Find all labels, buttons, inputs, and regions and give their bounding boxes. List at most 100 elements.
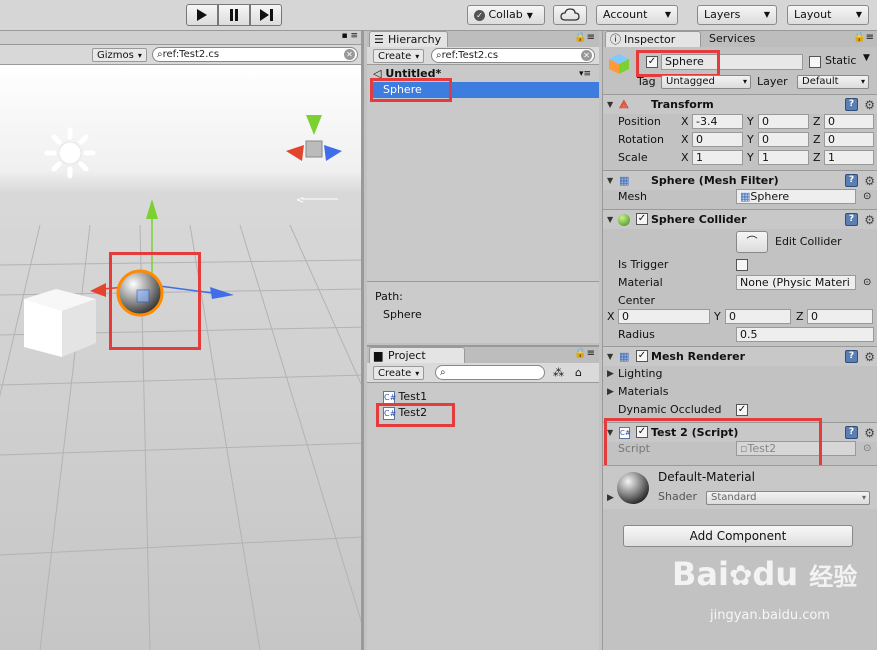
position-y-field[interactable]: 0: [758, 114, 809, 129]
scene-control-bar: Gizmos ▾ ⌕ref:Test2.cs ✕: [0, 45, 361, 65]
gizmos-dropdown[interactable]: Gizmos ▾: [92, 48, 147, 62]
object-picker-icon[interactable]: ⊙: [863, 188, 871, 206]
sun-light-icon[interactable]: [44, 127, 96, 179]
clear-search-icon[interactable]: ✕: [344, 49, 355, 60]
lock-icon[interactable]: 🔒≡: [574, 348, 595, 359]
hierarchy-control-bar: Create ▾ ⌕ref:Test2.cs ✕: [367, 47, 599, 65]
scale-x-field[interactable]: 1: [692, 150, 743, 165]
axis-x-label: X: [681, 115, 689, 128]
project-search-input[interactable]: ⌕: [435, 365, 545, 380]
main-toolbar: ✓ Collab ▼ Account ▼ Layers ▼ Layout ▼: [0, 0, 877, 31]
step-button[interactable]: [250, 4, 282, 26]
hierarchy-search-input[interactable]: ⌕ref:Test2.cs ✕: [431, 48, 595, 63]
path-label: Path:: [375, 290, 403, 303]
radius-field[interactable]: 0.5: [736, 327, 874, 342]
clear-search-icon[interactable]: ✕: [581, 50, 592, 61]
hierarchy-create-dropdown[interactable]: Create ▾: [373, 49, 425, 63]
mesh-renderer-header[interactable]: ▼ ▦ ✓ Mesh Renderer ? ⚙: [603, 346, 877, 366]
scene-menu-icon[interactable]: ▾≡: [579, 66, 591, 82]
rotation-z-field[interactable]: 0: [824, 132, 874, 147]
project-create-dropdown[interactable]: Create ▾: [373, 366, 425, 380]
check-icon: ✓: [474, 10, 485, 21]
static-caret-icon[interactable]: ▼: [863, 53, 870, 63]
collapsed-triangle-icon[interactable]: ▶: [607, 493, 614, 503]
expand-triangle-icon: ▼: [607, 352, 614, 361]
material-name: Default-Material: [658, 470, 755, 484]
renderer-enabled-checkbox[interactable]: ✓: [636, 350, 648, 362]
help-icon[interactable]: ?: [845, 350, 858, 363]
transform-header[interactable]: ▼ ⟁ Transform ? ⚙: [603, 94, 877, 114]
play-button[interactable]: [186, 4, 218, 26]
rotation-y-field[interactable]: 0: [758, 132, 809, 147]
is-trigger-checkbox[interactable]: [736, 259, 748, 271]
mesh-filter-header[interactable]: ▼ ▦ Sphere (Mesh Filter) ? ⚙: [603, 170, 877, 190]
scene-viewport[interactable]: <: [0, 65, 361, 650]
collab-button[interactable]: ✓ Collab ▼: [467, 5, 545, 25]
rotation-x-field[interactable]: 0: [692, 132, 743, 147]
path-value: Sphere: [383, 308, 422, 321]
position-x-field[interactable]: -3.4: [692, 114, 743, 129]
tab-services[interactable]: Services: [709, 32, 755, 45]
tag-dropdown[interactable]: Untagged ▾: [661, 75, 751, 89]
tab-inspector[interactable]: ⓘ Inspector: [605, 31, 701, 47]
project-item-label: Test1: [398, 390, 428, 403]
layout-label: Layout: [794, 8, 832, 21]
cloud-button[interactable]: [553, 5, 587, 25]
help-icon[interactable]: ?: [845, 98, 858, 111]
scale-y-field[interactable]: 1: [758, 150, 809, 165]
inspector-tab-bar: ⓘ Inspector Services 🔒≡: [603, 31, 877, 47]
center-y-field[interactable]: 0: [725, 309, 791, 324]
scene-search-input[interactable]: ⌕ref:Test2.cs ✕: [152, 47, 358, 62]
lock-icon[interactable]: 🔒≡: [574, 32, 595, 43]
collapsed-triangle-icon: ▶: [607, 387, 614, 397]
tab-project[interactable]: ▆ Project: [369, 347, 465, 363]
project-control-bar: Create ▾ ⌕ ⁂ ⌂: [367, 363, 599, 383]
dynamic-occluded-checkbox[interactable]: ✓: [736, 404, 748, 416]
shader-dropdown[interactable]: Standard ▾: [706, 491, 870, 505]
lock-icon[interactable]: 🔒≡: [853, 32, 874, 43]
project-tab-label: Project: [388, 349, 426, 362]
tab-hierarchy[interactable]: ☰ Hierarchy: [369, 31, 449, 47]
help-icon[interactable]: ?: [845, 426, 858, 439]
orientation-gizmo[interactable]: <: [282, 113, 348, 203]
axis-z-label: Z: [813, 133, 821, 146]
object-picker-icon[interactable]: ⊙: [863, 274, 871, 292]
collider-enabled-checkbox[interactable]: ✓: [636, 213, 648, 225]
axis-y-label: Y: [714, 310, 721, 323]
layers-dropdown[interactable]: Layers ▼: [697, 5, 777, 25]
mesh-field[interactable]: ▦Sphere: [736, 189, 856, 204]
layout-dropdown[interactable]: Layout ▼: [787, 5, 869, 25]
add-component-button[interactable]: Add Component: [623, 525, 853, 547]
filter-label-icon[interactable]: ⌂: [575, 366, 582, 379]
cube-object[interactable]: [22, 285, 98, 361]
static-checkbox[interactable]: [809, 56, 821, 68]
caret-down-icon: ▼: [526, 11, 533, 20]
shader-label: Shader: [658, 490, 697, 503]
help-icon[interactable]: ?: [845, 213, 858, 226]
center-z-field[interactable]: 0: [807, 309, 873, 324]
expand-triangle-icon: ▼: [607, 215, 614, 224]
account-dropdown[interactable]: Account ▼: [596, 5, 678, 25]
materials-row[interactable]: ▶ Materials: [603, 383, 877, 401]
axis-y-label: Y: [747, 133, 754, 146]
watermark-brand-2: du: [752, 555, 799, 593]
lighting-row[interactable]: ▶ Lighting: [603, 365, 877, 383]
add-component-label: Add Component: [689, 529, 787, 543]
filter-type-icon[interactable]: ⁂: [553, 366, 564, 379]
transform-title: Transform: [651, 98, 714, 111]
mesh-renderer-icon: ▦: [619, 350, 630, 363]
axis-z-label: Z: [813, 151, 821, 164]
gear-icon[interactable]: ⚙: [864, 211, 875, 230]
help-icon[interactable]: ?: [845, 174, 858, 187]
position-z-field[interactable]: 0: [824, 114, 874, 129]
center-x-field[interactable]: 0: [618, 309, 710, 324]
tab-menu-icon[interactable]: ▪ ≡: [341, 31, 358, 41]
scene-view: ▪ ≡ Gizmos ▾ ⌕ref:Test2.cs ✕ <: [0, 31, 364, 650]
edit-collider-button[interactable]: ⌒: [736, 231, 768, 253]
sphere-collider-header[interactable]: ▼ ✓ Sphere Collider ? ⚙: [603, 209, 877, 229]
physic-material-field[interactable]: None (Physic Materi: [736, 275, 856, 290]
is-trigger-label: Is Trigger: [618, 258, 669, 271]
layer-dropdown[interactable]: Default ▾: [797, 75, 869, 89]
scale-z-field[interactable]: 1: [824, 150, 874, 165]
pause-button[interactable]: [218, 4, 250, 26]
